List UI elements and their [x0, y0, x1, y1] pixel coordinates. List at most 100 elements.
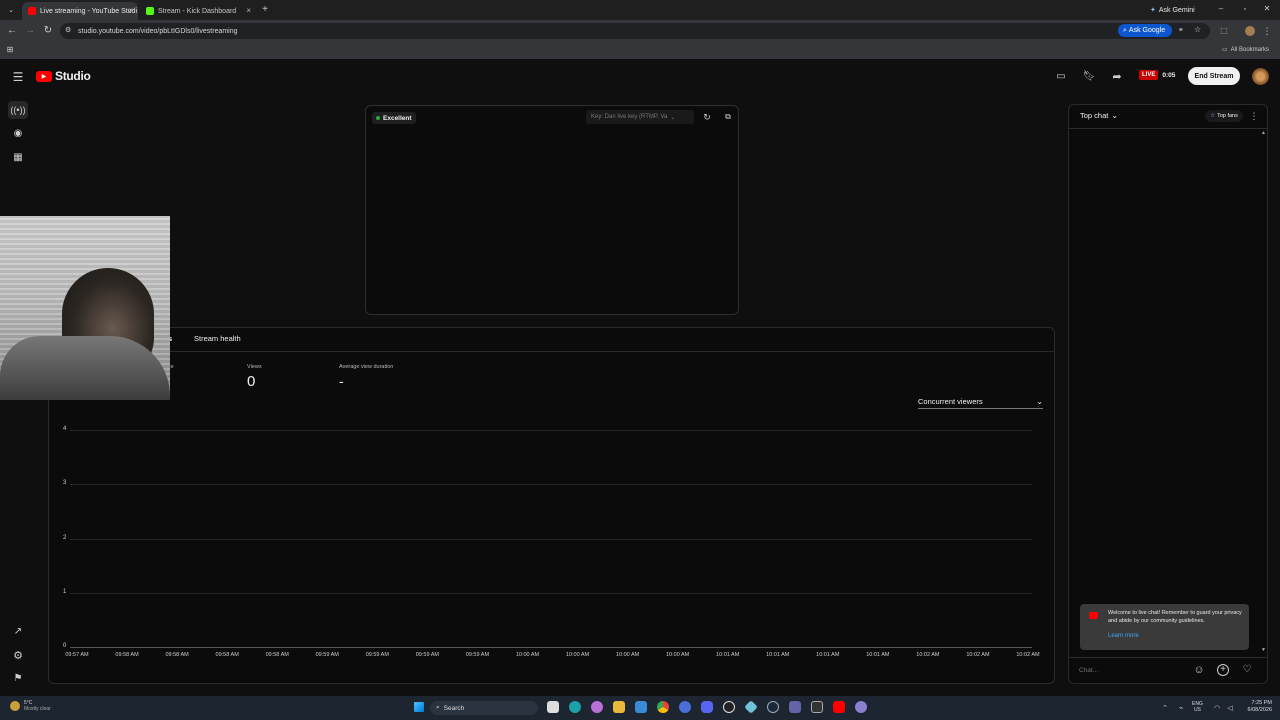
weather-icon — [10, 701, 20, 711]
minimize-icon[interactable]: – — [1216, 4, 1226, 14]
apps-grid-icon[interactable]: ⊞ — [5, 45, 15, 55]
region-label: US — [1193, 707, 1201, 713]
chat-scrollbar[interactable]: ▲ ▼ — [1261, 130, 1266, 655]
stream-key-value: Key: Dan live key (RTMP, Va — [591, 114, 668, 120]
channel-avatar[interactable] — [1252, 68, 1269, 85]
search-icon: ⌕ — [436, 704, 440, 711]
youtube-play-icon: ▶ — [36, 70, 52, 82]
settings-gear-icon[interactable]: ⚙ — [11, 650, 25, 662]
save-bookmark-icon[interactable]: 🔖︎ — [1082, 70, 1096, 84]
scroll-down-icon[interactable]: ▼ — [1261, 647, 1266, 653]
heart-icon[interactable]: ♡ — [1241, 664, 1253, 676]
terminal-icon[interactable] — [811, 701, 823, 713]
extensions-icon[interactable]: ⬚ — [1218, 25, 1230, 37]
discord-icon[interactable] — [701, 701, 713, 713]
hamburger-menu-icon[interactable]: ☰ — [11, 70, 25, 84]
analytics-panel — [48, 327, 1055, 684]
back-icon[interactable]: ← — [6, 25, 18, 37]
close-tab-icon[interactable]: × — [128, 6, 133, 15]
new-tab-icon[interactable]: + — [260, 4, 270, 16]
restore-icon[interactable]: ▫ — [1240, 4, 1250, 14]
ask-gemini-button[interactable]: ✦ Ask Gemini — [1150, 4, 1202, 16]
address-bar[interactable]: ⚙ studio.youtube.com/video/pbLtIGDls0/li… — [60, 23, 1210, 39]
youtube-app-icon[interactable] — [833, 701, 845, 713]
reload-icon[interactable]: ↻ — [42, 25, 54, 37]
bookmarks-bar: ⊞ ▭ All Bookmarks — [0, 42, 1280, 59]
translate-icon[interactable]: ⚭ — [1178, 26, 1184, 34]
tab-stream-health[interactable]: Stream health — [194, 334, 241, 343]
scroll-up-icon[interactable]: ▲ — [1261, 130, 1266, 136]
x-tick-label: 09:57 AM — [65, 652, 89, 658]
top-fans-button[interactable]: ☆ Top fans — [1205, 110, 1243, 122]
ask-google-button[interactable]: ⌕ Ask Google — [1118, 24, 1172, 37]
chat-input[interactable] — [1079, 663, 1187, 677]
metric-views-label: Views — [247, 364, 262, 370]
emoji-icon[interactable]: ☺ — [1193, 664, 1205, 676]
ask-google-label: Ask Google — [1128, 27, 1166, 34]
folder-icon: ▭ — [1222, 47, 1228, 53]
tab-kick-dashboard[interactable]: Stream - Kick Dashboard × — [140, 2, 256, 20]
search-label: Search — [443, 704, 465, 712]
edge-icon[interactable] — [569, 701, 581, 713]
copilot-icon[interactable] — [591, 701, 603, 713]
learn-more-link[interactable]: Learn more — [1108, 633, 1139, 639]
refresh-key-icon[interactable]: ↻ — [701, 111, 713, 123]
app-purple-icon[interactable] — [855, 701, 867, 713]
taskbar-search[interactable]: ⌕ Search — [430, 701, 538, 715]
tab-search-icon[interactable]: ⌄ — [6, 5, 16, 15]
tab-youtube-studio[interactable]: Live streaming - YouTube Studi × — [22, 2, 138, 20]
chat-more-options-icon[interactable]: ⋮ — [1249, 110, 1259, 122]
forward-icon[interactable]: → — [24, 25, 36, 37]
x-tick-label: 09:59 AM — [365, 652, 389, 658]
studio-logo[interactable]: ▶ Studio — [36, 69, 91, 83]
chart-gridline — [70, 484, 1032, 486]
stream-settings-icon[interactable]: ▭ — [1054, 70, 1068, 84]
x-tick-label: 09:59 AM — [315, 652, 339, 658]
stream-live-icon[interactable]: ((•)) — [8, 101, 28, 119]
bookmark-star-icon[interactable]: ☆ — [1194, 25, 1201, 34]
tray-mic-icon[interactable]: ⌁ — [1176, 703, 1186, 713]
all-bookmarks-button[interactable]: ▭ All Bookmarks — [1222, 46, 1270, 54]
volume-icon[interactable]: ◁ — [1225, 703, 1235, 713]
chart-gridline — [70, 430, 1032, 431]
chrome-icon[interactable] — [657, 701, 669, 713]
top-fans-label: Top fans — [1217, 113, 1238, 119]
webcam-icon[interactable]: ◉ — [11, 128, 25, 140]
teams-icon[interactable] — [789, 701, 801, 713]
close-tab-icon[interactable]: × — [246, 6, 251, 15]
y-tick-label: 0 — [63, 643, 67, 649]
clock-date: 6/08/2026 — [1247, 707, 1272, 714]
metric-select[interactable]: Concurrent viewers ⌄ — [918, 394, 1043, 409]
tab-label: Live streaming - YouTube Studi — [40, 7, 138, 15]
close-window-icon[interactable]: ✕ — [1262, 4, 1272, 14]
language-indicator[interactable]: ENG US — [1192, 701, 1203, 713]
chat-title: Top chat — [1080, 111, 1109, 120]
stream-key-select[interactable]: Key: Dan live key (RTMP, Va ⌄ — [586, 110, 694, 124]
chat-mode-select[interactable]: Top chat ⌄ — [1080, 111, 1118, 120]
profile-avatar[interactable] — [1245, 26, 1255, 36]
add-icon[interactable]: + — [1217, 664, 1229, 676]
share-icon[interactable]: ➦ — [1110, 70, 1124, 84]
live-timer: 0:05 — [1162, 71, 1176, 79]
copy-key-icon[interactable]: ⧉ — [722, 111, 734, 123]
weather-widget[interactable]: 5°C Mostly clear — [10, 700, 51, 712]
app-blue-icon[interactable] — [679, 701, 691, 713]
end-stream-button[interactable]: End Stream — [1188, 67, 1240, 85]
x-tick-label: 10:00 AM — [666, 652, 690, 658]
feedback-icon[interactable]: ⚑ — [11, 673, 25, 685]
browser-menu-icon[interactable]: ⋮ — [1262, 25, 1272, 37]
wifi-icon[interactable]: ◠ — [1212, 703, 1222, 713]
task-view-icon[interactable] — [547, 701, 559, 713]
clock[interactable]: 7:25 PM 6/08/2026 — [1240, 700, 1272, 714]
open-external-icon[interactable]: ↗ — [11, 626, 25, 638]
steam-icon[interactable] — [767, 701, 779, 713]
store-icon[interactable] — [635, 701, 647, 713]
tray-overflow-icon[interactable]: ⌃ — [1160, 703, 1170, 713]
calendar-icon[interactable]: ▦ — [11, 152, 25, 164]
start-button[interactable] — [414, 702, 424, 712]
file-explorer-icon[interactable] — [613, 701, 625, 713]
obs-icon[interactable] — [723, 701, 735, 713]
chat-welcome-message: Welcome to live chat! Remember to guard … — [1080, 604, 1249, 650]
site-info-icon[interactable]: ⚙ — [65, 26, 71, 34]
all-bookmarks-label: All Bookmarks — [1230, 46, 1270, 53]
